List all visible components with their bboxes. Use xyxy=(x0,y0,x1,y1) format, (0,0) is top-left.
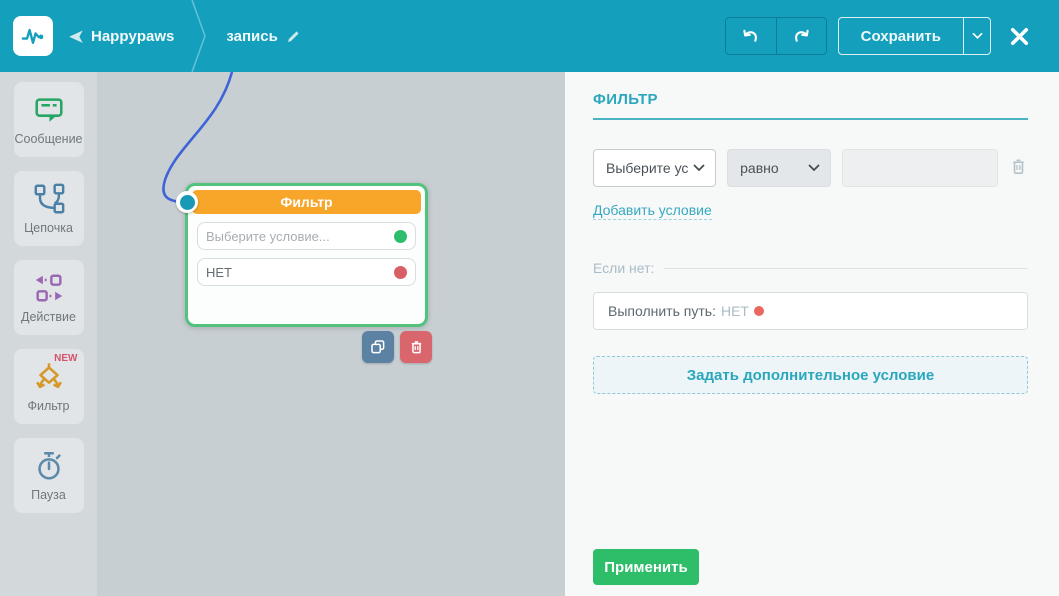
breadcrumb-bot[interactable]: Happypaws xyxy=(67,28,174,45)
path-label: Выполнить путь: xyxy=(608,303,716,319)
palette-item-label: Пауза xyxy=(31,488,66,502)
save-button[interactable]: Сохранить xyxy=(839,18,963,54)
operator-select-value: равно xyxy=(740,160,779,176)
palette-item-label: Цепочка xyxy=(24,221,73,235)
breadcrumb-flow: запись xyxy=(226,28,301,45)
else-label: Если нет: xyxy=(593,260,655,276)
paper-plane-icon xyxy=(69,30,83,43)
topbar: Happypaws запись Сохранить xyxy=(0,0,1059,72)
path-value: НЕТ xyxy=(720,303,749,319)
bot-name: Happypaws xyxy=(91,27,175,45)
panel-title-rule xyxy=(593,118,1028,120)
condition-placeholder: Выберите условие... xyxy=(206,228,330,244)
redo-button[interactable] xyxy=(775,18,826,54)
connection-wire xyxy=(162,72,234,204)
close-icon xyxy=(1010,27,1029,45)
pause-icon xyxy=(37,451,61,480)
chevron-down-icon xyxy=(808,164,820,172)
undo-redo-group xyxy=(724,17,827,55)
palette-item-label: Действие xyxy=(21,310,76,324)
app-logo[interactable] xyxy=(13,16,53,56)
yes-output-port[interactable] xyxy=(394,229,407,243)
condition-select[interactable]: Выберите ус xyxy=(593,149,717,187)
add-condition-link[interactable]: Добавить условие xyxy=(593,202,712,220)
filter-node-no-row[interactable]: НЕТ xyxy=(197,258,416,286)
undo-icon xyxy=(743,29,758,42)
undo-button[interactable] xyxy=(726,18,776,54)
palette-item-pause[interactable]: Пауза xyxy=(13,438,84,513)
new-badge: NEW xyxy=(54,353,78,364)
apply-button[interactable]: Применить xyxy=(593,549,699,585)
no-row-label: НЕТ xyxy=(206,264,232,280)
condition-value-input[interactable] xyxy=(842,149,998,187)
chatbot-flow-editor: Happypaws запись Сохранить Сообщение Цеп… xyxy=(0,0,1059,596)
save-split-button: Сохранить xyxy=(837,17,991,55)
remove-condition-button[interactable] xyxy=(1009,157,1028,180)
palette-item-action[interactable]: Действие xyxy=(13,260,84,335)
save-dropdown-button[interactable] xyxy=(963,18,990,54)
filter-node-title[interactable]: Фильтр xyxy=(192,190,421,214)
condition-row: Выберите ус равно xyxy=(593,149,1028,187)
palette-item-label: Сообщение xyxy=(14,132,83,146)
pulse-icon xyxy=(21,28,44,44)
main-area: Сообщение Цепочка Действие NEW Фильтр Па… xyxy=(0,72,1059,596)
node-action-buttons xyxy=(362,331,432,363)
trash-icon xyxy=(1013,159,1024,174)
condition-select-value: Выберите ус xyxy=(606,160,689,176)
action-icon xyxy=(35,274,62,302)
flow-canvas[interactable]: Фильтр Выберите условие... НЕТ xyxy=(97,72,565,596)
no-output-port[interactable] xyxy=(394,265,407,279)
edit-pencil-icon[interactable] xyxy=(285,28,302,45)
flow-name: запись xyxy=(226,27,278,45)
panel-title: ФИЛЬТР xyxy=(593,91,658,108)
duplicate-node-button[interactable] xyxy=(362,331,394,363)
else-path-box[interactable]: Выполнить путь: НЕТ xyxy=(593,292,1028,330)
close-button[interactable] xyxy=(1008,25,1031,48)
add-extra-condition-button[interactable]: Задать дополнительное условие xyxy=(593,356,1028,394)
palette-item-label: Фильтр xyxy=(27,399,70,413)
filter-settings-panel: ФИЛЬТР Выберите ус равно Добавить услови… xyxy=(565,72,1059,596)
node-palette: Сообщение Цепочка Действие NEW Фильтр Па… xyxy=(0,72,97,596)
palette-item-message[interactable]: Сообщение xyxy=(13,82,84,157)
palette-item-chain[interactable]: Цепочка xyxy=(13,171,84,246)
chevron-down-icon xyxy=(972,32,982,40)
chain-icon xyxy=(34,183,64,214)
else-section-header: Если нет: xyxy=(593,260,1028,276)
else-divider xyxy=(664,267,1028,269)
breadcrumb-separator xyxy=(191,0,207,72)
delete-node-button[interactable] xyxy=(400,331,432,363)
node-input-port[interactable] xyxy=(176,191,198,213)
message-icon xyxy=(34,98,63,122)
redo-icon xyxy=(794,29,809,42)
path-red-dot xyxy=(753,306,764,316)
filter-node-condition-row[interactable]: Выберите условие... xyxy=(197,222,416,250)
chevron-down-icon xyxy=(693,164,705,172)
trash-icon xyxy=(411,340,421,353)
filter-node[interactable]: Фильтр Выберите условие... НЕТ xyxy=(185,183,428,327)
operator-select[interactable]: равно xyxy=(727,149,831,187)
filter-icon xyxy=(35,363,62,389)
palette-item-filter[interactable]: NEW Фильтр xyxy=(13,349,84,424)
copy-icon xyxy=(371,340,385,354)
topbar-actions: Сохранить xyxy=(724,17,1031,55)
